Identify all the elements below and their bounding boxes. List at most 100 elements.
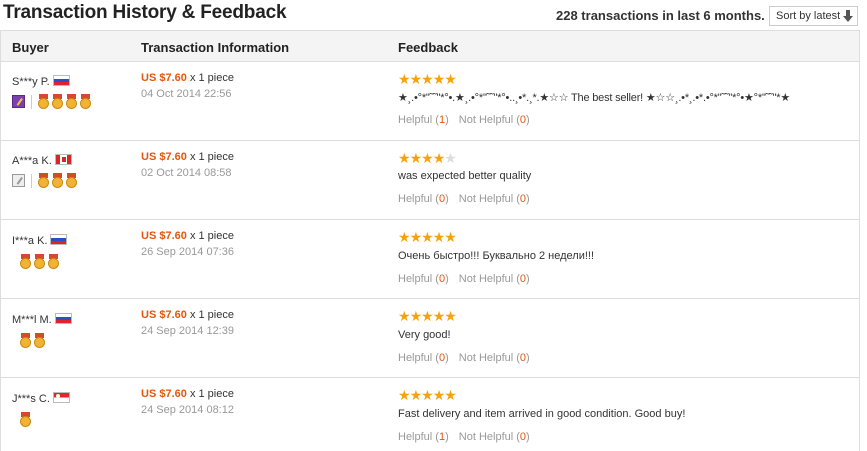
russia-flag-icon [54, 313, 72, 324]
star-icon: ★ [409, 71, 423, 87]
helpful-link[interactable]: Helpful (0) [398, 193, 449, 205]
star-rating: ★★★★★ [398, 71, 457, 87]
buyer-badges [12, 93, 94, 110]
star-icon: ★ [421, 150, 434, 166]
star-icon: ★ [432, 308, 446, 324]
feedback-text: Very good! [398, 329, 451, 341]
star-icon: ★ [409, 229, 423, 245]
star-rating: ★★★★★ [398, 150, 457, 166]
medal-icon [80, 94, 91, 110]
medal-icon [66, 173, 77, 189]
feedback-text: Очень быстро!!! Буквально 2 недели!!! [398, 250, 595, 262]
singapore-flag-icon [52, 392, 70, 403]
helpful-votes: Helpful (1) Not Helpful (0) [398, 431, 530, 443]
column-transaction: Transaction Information [141, 40, 290, 55]
helpful-link[interactable]: Helpful (0) [398, 352, 449, 364]
not-helpful-link[interactable]: Not Helpful (0) [459, 273, 530, 285]
transaction-summary: 228 transactions in last 6 months. [556, 8, 765, 23]
not-helpful-link[interactable]: Not Helpful (0) [459, 352, 530, 364]
transaction-date: 24 Sep 2014 12:39 [141, 325, 234, 337]
transaction-date: 02 Oct 2014 08:58 [141, 167, 232, 179]
sort-label: Sort by latest [776, 10, 841, 22]
medal-icon [48, 254, 59, 270]
feedback-text: was expected better quality [398, 170, 532, 182]
table-row: M***l M. US $7.60 x 1 piece 24 Sep 2014 … [1, 299, 859, 378]
sort-dropdown[interactable]: Sort by latest [769, 6, 858, 26]
star-empty-icon: ★ [444, 150, 457, 166]
star-icon: ★ [444, 71, 457, 87]
transaction-price: US $7.60 x 1 piece [141, 151, 234, 163]
star-icon: ★ [421, 229, 434, 245]
helpful-link[interactable]: Helpful (1) [398, 431, 449, 443]
medal-icon [66, 94, 77, 110]
star-icon: ★ [398, 71, 411, 87]
medal-icon [38, 94, 49, 110]
table-row: S***y P. US $7.60 x 1 piece 04 Oct 2014 … [1, 62, 859, 141]
helpful-link[interactable]: Helpful (0) [398, 273, 449, 285]
not-helpful-link[interactable]: Not Helpful (0) [459, 431, 530, 443]
transaction-date: 26 Sep 2014 07:36 [141, 246, 234, 258]
transaction-date: 24 Sep 2014 08:12 [141, 404, 234, 416]
star-rating: ★★★★★ [398, 229, 457, 245]
not-helpful-link[interactable]: Not Helpful (0) [459, 193, 530, 205]
column-buyer: Buyer [12, 40, 49, 55]
star-icon: ★ [444, 308, 457, 324]
buyer-level-icon [12, 95, 25, 109]
star-icon: ★ [409, 150, 423, 166]
star-icon: ★ [432, 150, 446, 166]
medal-icon [34, 254, 45, 270]
medal-icon [34, 333, 45, 349]
buyer-badges [12, 172, 80, 189]
divider [31, 94, 32, 109]
buyer-level-icon [12, 174, 25, 188]
header-bar: Transaction History & Feedback 228 trans… [0, 0, 867, 30]
divider [31, 173, 32, 188]
not-helpful-link[interactable]: Not Helpful (0) [459, 114, 530, 126]
buyer-name: S***y P. [12, 75, 70, 88]
star-icon: ★ [421, 387, 434, 403]
buyer-badges [20, 332, 48, 349]
star-icon: ★ [432, 387, 446, 403]
helpful-votes: Helpful (0) Not Helpful (0) [398, 193, 530, 205]
star-icon: ★ [444, 229, 457, 245]
russia-flag-icon [52, 75, 70, 86]
star-icon: ★ [409, 387, 423, 403]
buyer-badges [20, 411, 34, 428]
helpful-votes: Helpful (0) Not Helpful (0) [398, 352, 530, 364]
transaction-price: US $7.60 x 1 piece [141, 72, 234, 84]
table-row: J***s C. US $7.60 x 1 piece 24 Sep 2014 … [1, 378, 859, 451]
buyer-name: M***l M. [12, 313, 72, 326]
medal-icon [52, 173, 63, 189]
helpful-link[interactable]: Helpful (1) [398, 114, 449, 126]
table-header: Buyer Transaction Information Feedback [1, 30, 859, 62]
star-icon: ★ [409, 308, 423, 324]
medal-icon [38, 173, 49, 189]
star-rating: ★★★★★ [398, 308, 457, 324]
feedback-text: Fast delivery and item arrived in good c… [398, 408, 686, 420]
russia-flag-icon [50, 234, 68, 245]
medal-icon [52, 94, 63, 110]
buyer-name: I***a K. [12, 234, 68, 247]
star-icon: ★ [432, 71, 446, 87]
star-icon: ★ [398, 229, 411, 245]
helpful-votes: Helpful (0) Not Helpful (0) [398, 273, 530, 285]
star-icon: ★ [398, 387, 411, 403]
table-row: I***a K. US $7.60 x 1 piece 26 Sep 2014 … [1, 220, 859, 299]
medal-icon [20, 412, 31, 428]
helpful-votes: Helpful (1) Not Helpful (0) [398, 114, 530, 126]
arrow-down-icon [843, 10, 853, 22]
feedback-table: Buyer Transaction Information Feedback S… [0, 30, 860, 451]
star-rating: ★★★★★ [398, 387, 457, 403]
star-icon: ★ [432, 229, 446, 245]
transaction-date: 04 Oct 2014 22:56 [141, 88, 232, 100]
transaction-price: US $7.60 x 1 piece [141, 388, 234, 400]
column-feedback: Feedback [398, 40, 458, 55]
transaction-price: US $7.60 x 1 piece [141, 309, 234, 321]
table-row: A***a K. US $7.60 x 1 piece 02 Oct 2014 … [1, 141, 859, 220]
canada-flag-icon [54, 154, 72, 165]
page-title: Transaction History & Feedback [3, 2, 287, 23]
star-icon: ★ [398, 308, 411, 324]
buyer-name: J***s C. [12, 392, 70, 405]
buyer-badges [20, 253, 62, 270]
medal-icon [20, 254, 31, 270]
